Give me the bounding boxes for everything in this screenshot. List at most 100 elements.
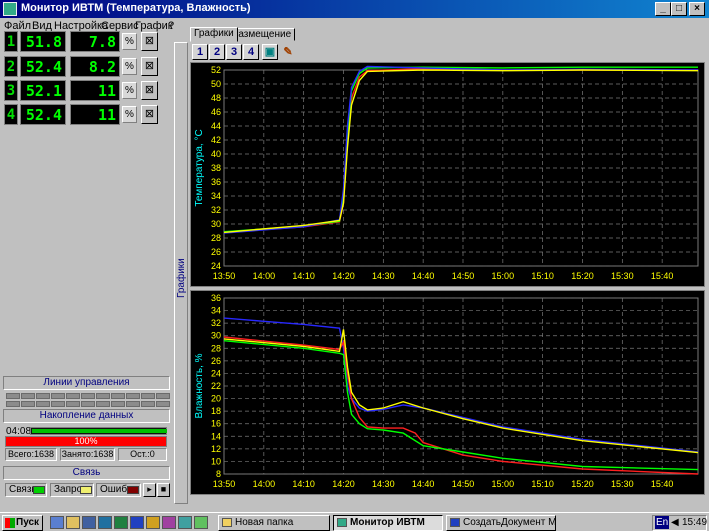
connection-request-led <box>80 486 92 494</box>
start-button[interactable]: Пуск <box>2 515 43 531</box>
y-tick-label: 20 <box>211 394 221 404</box>
minimize-button[interactable]: _ <box>655 2 671 16</box>
y-tick-label: 46 <box>211 107 221 117</box>
control-line-led <box>81 393 95 399</box>
y-tick-label: 34 <box>211 191 221 201</box>
series-line-4 <box>223 340 699 471</box>
accumulation-progress-bar: 100% <box>5 436 167 447</box>
x-tick-label: 15:10 <box>531 271 554 281</box>
y-tick-label: 40 <box>211 149 221 159</box>
channel-settings-button[interactable]: ⊠ <box>141 105 158 124</box>
task-monitor-ivtm-label: Монитор ИВТМ <box>350 517 425 528</box>
channel-number: 4 <box>4 104 18 125</box>
y-tick-label: 26 <box>211 247 221 257</box>
control-line-led <box>36 401 50 407</box>
y-tick-label: 22 <box>211 381 221 391</box>
tab-charts[interactable]: Графики <box>190 27 238 42</box>
y-tick-label: 52 <box>211 65 221 75</box>
side-tab-charts[interactable]: Графики <box>174 42 188 504</box>
x-tick-label: 15:30 <box>611 271 634 281</box>
channel-humidity: 8.2 <box>70 56 120 77</box>
y-tick-label: 16 <box>211 419 221 429</box>
connection-link-led <box>33 486 45 494</box>
channel-unit: % <box>122 33 137 50</box>
control-line-led <box>141 401 155 407</box>
series-line-3 <box>223 65 699 234</box>
stop-button[interactable]: ■ <box>157 483 170 497</box>
control-line-led <box>6 393 20 399</box>
desktop-icon[interactable] <box>82 516 96 529</box>
word-icon[interactable] <box>130 516 144 529</box>
x-tick-label: 15:10 <box>531 479 554 489</box>
channel-temperature: 52.1 <box>20 80 66 101</box>
x-tick-label: 14:40 <box>412 271 435 281</box>
control-lines-leds <box>3 391 170 411</box>
accumulation-time-bar <box>30 427 167 435</box>
control-line-led <box>51 393 65 399</box>
control-line-led <box>81 401 95 407</box>
channel-humidity: 7.8 <box>70 31 120 52</box>
show-channel-4-button[interactable]: 4 <box>243 44 259 60</box>
excel-icon[interactable] <box>114 516 128 529</box>
window-title: Монитор ИВТМ (Температура, Влажность) <box>21 2 251 14</box>
x-tick-label: 14:20 <box>332 271 355 281</box>
app-shortcut-icon[interactable] <box>194 516 208 529</box>
y-tick-label: 18 <box>211 406 221 416</box>
stat-total: Всего:1638 <box>5 448 57 461</box>
channels-icon[interactable] <box>98 516 112 529</box>
connection-error-led <box>127 486 139 494</box>
channel-settings-button[interactable]: ⊠ <box>141 81 158 100</box>
volume-icon[interactable]: ◀ <box>671 516 679 530</box>
outlook-icon[interactable] <box>66 516 80 529</box>
menu-help[interactable]: ? <box>168 20 174 32</box>
chart-square-icon[interactable]: ▣ <box>262 44 278 60</box>
channel-unit: % <box>122 58 137 75</box>
task-word-document[interactable]: СоздатьДокумент Micros... <box>446 515 556 531</box>
brush-icon[interactable]: ✎ <box>280 44 296 60</box>
y-tick-label: 30 <box>211 331 221 341</box>
control-line-led <box>141 393 155 399</box>
series-line-4 <box>223 69 699 234</box>
series-line-1 <box>223 317 699 453</box>
y-tick-label: 28 <box>211 343 221 353</box>
stat-occupied: Занято:1638 <box>60 448 115 461</box>
explorer-icon[interactable] <box>146 516 160 529</box>
y-tick-label: 30 <box>211 219 221 229</box>
show-channel-3-button[interactable]: 3 <box>226 44 242 60</box>
play-button[interactable]: ▸ <box>143 483 156 497</box>
task-new-folder[interactable]: Новая папка <box>218 515 330 531</box>
maximize-button[interactable]: □ <box>671 2 687 16</box>
channel-row-4: 4 52.4 11% ⊠ <box>4 104 158 125</box>
media-icon[interactable] <box>162 516 176 529</box>
y-tick-label: 50 <box>211 79 221 89</box>
internet-explorer-icon[interactable] <box>50 516 64 529</box>
network-icon[interactable] <box>178 516 192 529</box>
control-line-led <box>36 393 50 399</box>
x-tick-label: 13:50 <box>213 271 236 281</box>
y-tick-label: 44 <box>211 121 221 131</box>
x-tick-label: 14:00 <box>253 271 276 281</box>
windows-logo-icon <box>5 518 15 528</box>
close-button[interactable]: × <box>689 2 705 16</box>
accumulation-progress-label: 100% <box>74 436 98 446</box>
show-channel-1-button[interactable]: 1 <box>192 44 208 60</box>
show-channel-2-button[interactable]: 2 <box>209 44 225 60</box>
x-tick-label: 15:40 <box>651 271 674 281</box>
channel-settings-button[interactable]: ⊠ <box>141 57 158 76</box>
tab-placement[interactable]: Размещение <box>228 28 296 41</box>
channel-settings-button[interactable]: ⊠ <box>141 32 158 51</box>
channel-humidity: 11 <box>70 80 120 101</box>
series-line-2 <box>223 336 699 475</box>
task-monitor-ivtm[interactable]: Монитор ИВТМ <box>333 515 443 531</box>
monitor-app-icon <box>337 518 347 527</box>
control-line-led <box>51 401 65 407</box>
x-tick-label: 14:10 <box>292 271 315 281</box>
x-tick-label: 14:50 <box>452 479 475 489</box>
control-line-led <box>21 393 35 399</box>
language-indicator[interactable]: En <box>655 516 670 529</box>
series-line-2 <box>223 66 698 233</box>
control-lines-header: Линии управления <box>3 376 170 390</box>
task-word-document-label: СоздатьДокумент Micros... <box>463 517 556 528</box>
y-tick-label: 12 <box>211 444 221 454</box>
side-tab-label: Графики <box>176 258 187 298</box>
